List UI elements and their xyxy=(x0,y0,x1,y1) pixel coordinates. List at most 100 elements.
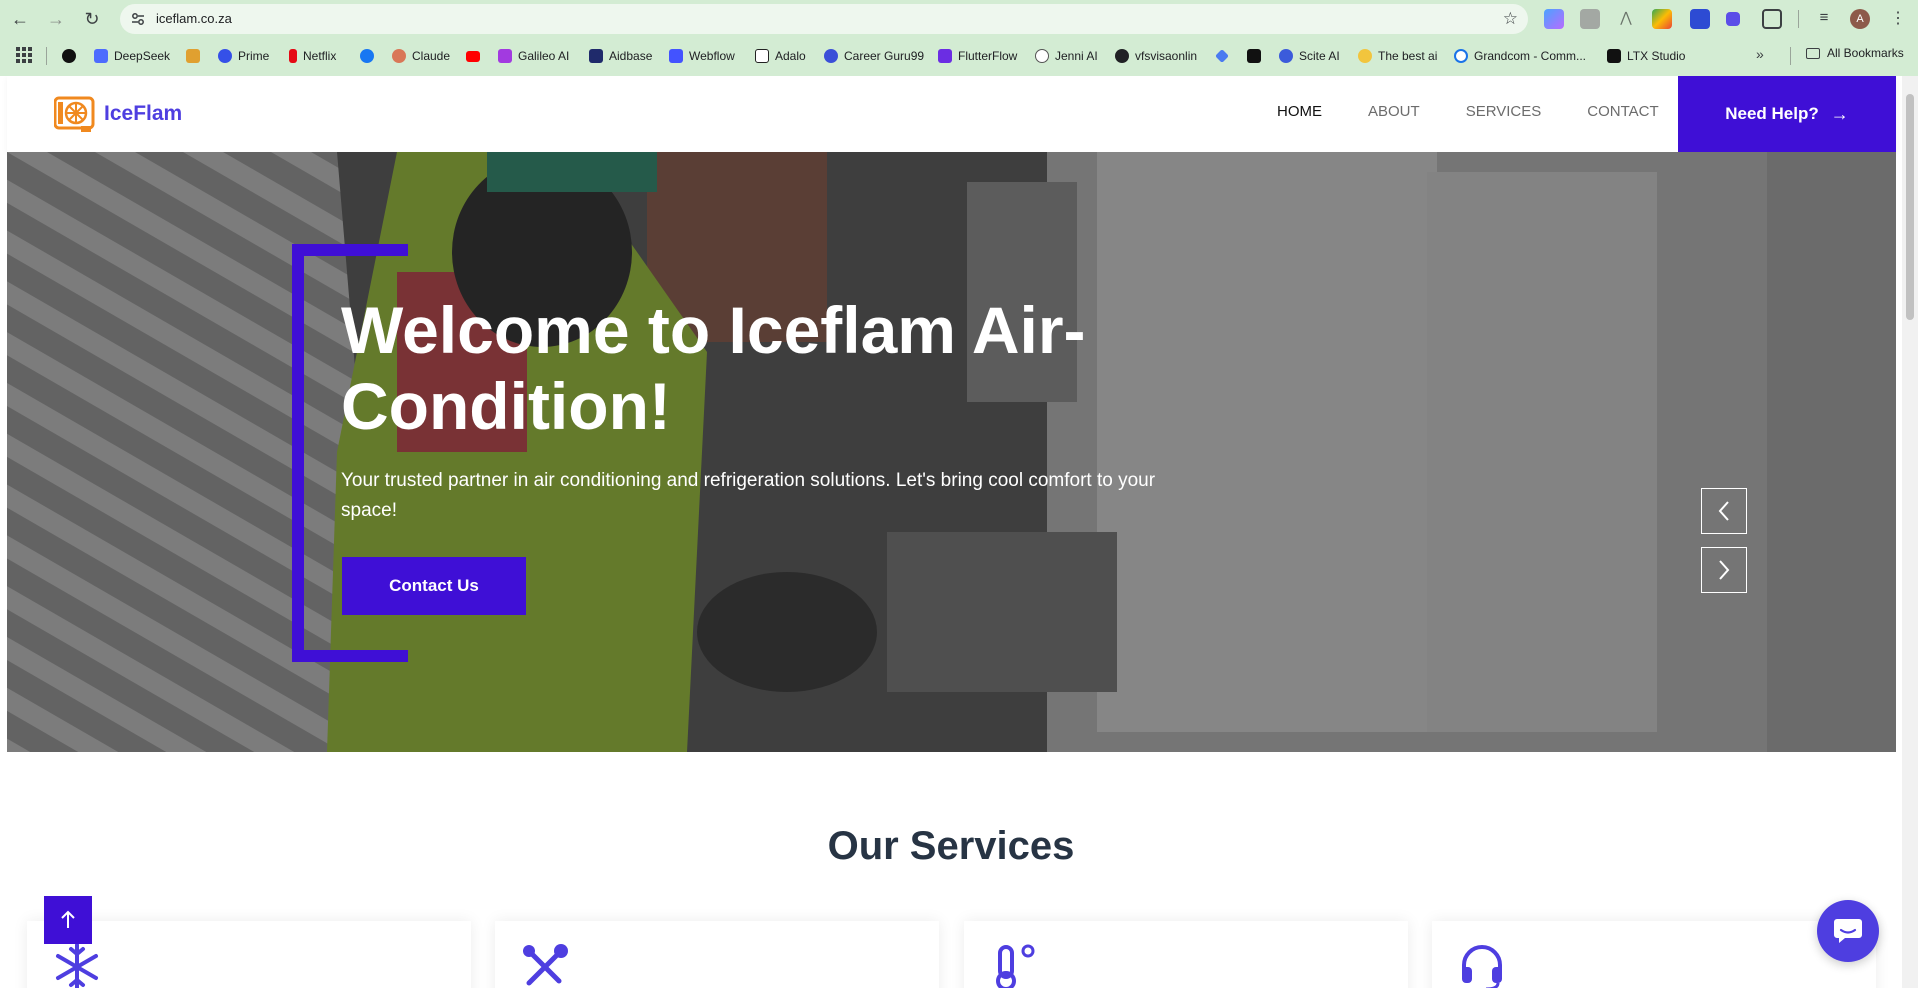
gemini-icon xyxy=(1215,49,1229,63)
service-card-repair[interactable] xyxy=(495,921,939,988)
careerguru-icon xyxy=(824,49,838,63)
bookmark-gemini[interactable] xyxy=(1215,46,1235,66)
bookmark-grandcom[interactable]: Grandcom - Comm... xyxy=(1454,46,1586,66)
webflow-icon xyxy=(669,49,683,63)
bookmark-vfsvisaonlin[interactable]: vfsvisaonlin xyxy=(1115,46,1197,66)
extension-lambda-icon[interactable]: ⋀ xyxy=(1616,9,1636,29)
jenni-icon xyxy=(1035,49,1049,63)
bookmark-adalo[interactable]: Adalo xyxy=(755,46,806,66)
browser-toolbar: ← → ↻ iceflam.co.za ☆ ⋀ ≡ A ⋮ xyxy=(0,0,1918,38)
extension-copilot-icon[interactable] xyxy=(1544,9,1564,29)
bookmarks-divider-right xyxy=(1790,47,1791,65)
youtube-icon xyxy=(466,50,480,62)
web-page: IceFlam HOME ABOUT SERVICES CONTACT Need… xyxy=(0,76,1918,988)
bookmark-facebook[interactable] xyxy=(360,46,380,66)
extensions-puzzle-icon[interactable] xyxy=(1762,9,1782,29)
threads-icon xyxy=(62,49,76,63)
browser-menu-icon[interactable]: ⋮ xyxy=(1890,8,1906,28)
reload-icon[interactable]: ↻ xyxy=(80,7,104,31)
need-help-button[interactable]: Need Help? → xyxy=(1678,76,1896,152)
bookmark-scite[interactable]: Scite AI xyxy=(1279,46,1340,66)
extension-blue-icon[interactable] xyxy=(1690,9,1710,29)
sun-icon xyxy=(1358,49,1372,63)
extension-gray-icon[interactable] xyxy=(1580,9,1600,29)
hand-icon xyxy=(186,49,200,63)
ltx-icon xyxy=(1607,49,1621,63)
hero-subtitle: Your trusted partner in air conditioning… xyxy=(341,470,1156,521)
arrow-right-icon: → xyxy=(1830,103,1849,124)
page-scrollbar[interactable] xyxy=(1902,76,1918,988)
reading-list-icon[interactable]: ≡ xyxy=(1814,9,1834,29)
arrow-up-icon xyxy=(61,910,75,928)
bookmark-flutterflow[interactable]: FlutterFlow xyxy=(938,46,1017,66)
bookmark-galileo[interactable]: Galileo AI xyxy=(498,46,569,66)
bookmark-webflow[interactable]: Webflow xyxy=(669,46,735,66)
profile-avatar[interactable]: A xyxy=(1850,9,1870,29)
service-card-installation[interactable] xyxy=(964,921,1408,988)
nav-services[interactable]: SERVICES xyxy=(1466,103,1542,120)
back-to-top-button[interactable] xyxy=(44,896,92,944)
scrollbar-thumb[interactable] xyxy=(1906,94,1914,320)
chat-bubble-icon xyxy=(1834,919,1862,943)
address-bar[interactable]: iceflam.co.za ☆ xyxy=(120,4,1528,34)
aws-icon xyxy=(1247,49,1261,63)
nav-about[interactable]: ABOUT xyxy=(1368,103,1420,120)
all-bookmarks-button[interactable]: All Bookmarks xyxy=(1806,46,1904,60)
carousel-prev-button[interactable] xyxy=(1701,488,1747,534)
netflix-icon xyxy=(289,49,297,63)
ac-unit-logo-icon xyxy=(54,96,95,132)
extension-colorful-icon[interactable] xyxy=(1652,9,1672,29)
bookmark-claude[interactable]: Claude xyxy=(392,46,450,66)
nav-contact[interactable]: CONTACT xyxy=(1587,103,1658,120)
extension-purple-icon[interactable] xyxy=(1726,12,1740,26)
back-icon[interactable]: ← xyxy=(8,7,32,31)
carousel-next-button[interactable] xyxy=(1701,547,1747,593)
url-text: iceflam.co.za xyxy=(156,11,232,26)
apps-grid-icon[interactable] xyxy=(16,47,32,63)
prime-icon xyxy=(218,49,232,63)
scite-icon xyxy=(1279,49,1293,63)
galileo-icon xyxy=(498,49,512,63)
hero-dark-overlay xyxy=(7,152,1896,752)
facebook-icon xyxy=(360,49,374,63)
service-card-support[interactable] xyxy=(1432,921,1876,988)
main-nav: HOME ABOUT SERVICES CONTACT xyxy=(1277,103,1659,120)
chevron-right-icon xyxy=(1719,560,1730,580)
folder-icon xyxy=(1806,47,1820,59)
forward-icon[interactable]: → xyxy=(44,7,68,31)
bookmark-ltx-studio[interactable]: LTX Studio xyxy=(1607,46,1685,66)
bookmark-jenni[interactable]: Jenni AI xyxy=(1035,46,1098,66)
bookmark-the-best-ai[interactable]: The best ai xyxy=(1358,46,1437,66)
site-logo[interactable]: IceFlam xyxy=(54,94,182,134)
bookmark-threads[interactable] xyxy=(62,46,82,66)
bookmark-netflix[interactable]: Netflix xyxy=(289,46,336,66)
aidbase-icon xyxy=(589,49,603,63)
bookmark-careerguru[interactable]: Career Guru99 xyxy=(824,46,924,66)
site-header: IceFlam HOME ABOUT SERVICES CONTACT Need… xyxy=(7,76,1896,152)
bookmark-star-icon[interactable]: ☆ xyxy=(1503,9,1518,29)
site-info-icon[interactable] xyxy=(130,11,146,27)
bookmarks-divider xyxy=(46,47,47,65)
snowflake-icon xyxy=(56,943,98,988)
brand-name: IceFlam xyxy=(104,102,183,125)
deepseek-icon xyxy=(94,49,108,63)
bookmark-hand[interactable] xyxy=(186,46,206,66)
browser-chrome: ← → ↻ iceflam.co.za ☆ ⋀ ≡ A ⋮ DeepSeek P… xyxy=(0,0,1918,76)
adalo-icon xyxy=(755,49,769,63)
globe-icon xyxy=(1115,49,1129,63)
service-card-cooling[interactable] xyxy=(27,921,471,988)
bookmark-deepseek[interactable]: DeepSeek xyxy=(94,46,170,66)
bookmarks-bar: DeepSeek Prime Netflix Claude Galileo AI… xyxy=(0,38,1918,72)
bookmark-youtube[interactable] xyxy=(466,46,486,66)
contact-us-button[interactable]: Contact Us xyxy=(342,557,526,615)
headset-icon xyxy=(1462,945,1502,988)
bookmark-aws[interactable] xyxy=(1247,46,1267,66)
nav-home[interactable]: HOME xyxy=(1277,103,1322,120)
claude-icon xyxy=(392,49,406,63)
bookmark-aidbase[interactable]: Aidbase xyxy=(589,46,652,66)
bookmark-prime[interactable]: Prime xyxy=(218,46,269,66)
hero-carousel: Welcome to Iceflam Air-Condition! Your t… xyxy=(7,152,1896,752)
thermometer-icon xyxy=(996,944,1035,988)
chat-widget-button[interactable] xyxy=(1817,900,1879,962)
more-bookmarks-icon[interactable]: » xyxy=(1756,46,1764,62)
